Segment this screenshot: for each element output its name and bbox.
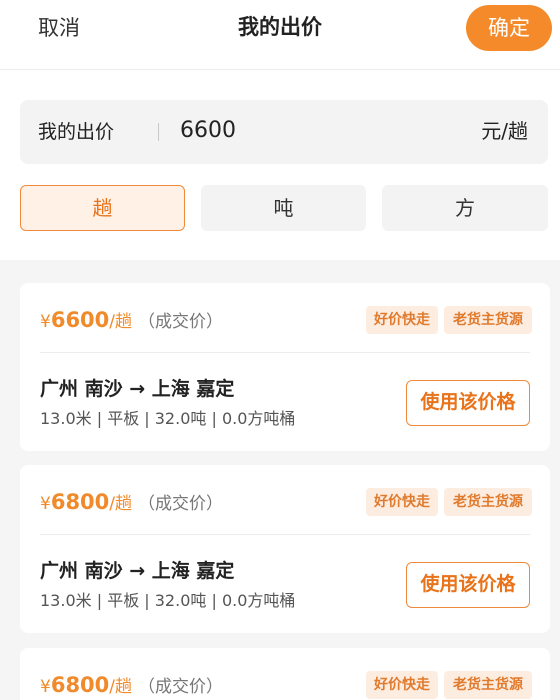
unit-tab-trip[interactable]: 趟 [20,185,185,231]
price-value: 6800 [50,490,110,514]
price-card: ¥6800/趟 （成交价） 好价快走 老货主货源 [20,648,550,700]
route: 广州 南沙 → 上海 嘉定 [40,560,235,582]
bid-panel: 我的出价 元/趟 趟 吨 方 [0,70,560,260]
currency-symbol: ¥ [40,677,51,697]
reference-price: ¥6600/趟 （成交价） [40,305,223,337]
price-unit: /趟 [109,494,133,514]
currency-symbol: ¥ [40,312,51,332]
unit-tab-ton[interactable]: 吨 [201,185,366,231]
price-card: ¥6600/趟 （成交价） 好价快走 老货主货源 广州 南沙 → 上海 嘉定 13… [20,283,550,451]
use-price-button[interactable]: 使用该价格 [406,562,530,608]
vehicle-specs: 13.0米 | 平板 | 32.0吨 | 0.0方吨桶 [40,591,296,610]
card-divider [40,352,530,353]
deal-price-note: （成交价） [138,677,224,697]
reference-price: ¥6800/趟 （成交价） [40,670,223,700]
confirm-button[interactable]: 确定 [466,5,552,51]
top-bar: 取消 我的出价 确定 [0,0,560,70]
bid-separator [158,123,159,141]
tag-good-price: 好价快走 [366,306,438,334]
vehicle-specs: 13.0米 | 平板 | 32.0吨 | 0.0方吨桶 [40,409,296,428]
tag-good-price: 好价快走 [366,488,438,516]
use-price-button[interactable]: 使用该价格 [406,380,530,426]
reference-price: ¥6800/趟 （成交价） [40,487,223,519]
deal-price-note: （成交价） [138,312,224,332]
card-divider [40,534,530,535]
price-unit: /趟 [109,312,133,332]
tag-old-shipper: 老货主货源 [444,306,532,334]
bid-input-box[interactable]: 我的出价 元/趟 [20,100,548,164]
bid-price-input[interactable] [180,116,430,146]
tag-old-shipper: 老货主货源 [444,488,532,516]
unit-tab-cubic[interactable]: 方 [382,185,548,231]
bid-unit: 元/趟 [481,119,528,143]
price-value: 6800 [50,673,110,697]
bid-label: 我的出价 [38,121,115,143]
tag-old-shipper: 老货主货源 [444,671,532,699]
price-card: ¥6800/趟 （成交价） 好价快走 老货主货源 广州 南沙 → 上海 嘉定 13… [20,465,550,633]
currency-symbol: ¥ [40,494,51,514]
price-value: 6600 [50,308,110,332]
tag-good-price: 好价快走 [366,671,438,699]
price-unit: /趟 [109,677,133,697]
deal-price-note: （成交价） [138,494,224,514]
route: 广州 南沙 → 上海 嘉定 [40,378,235,400]
